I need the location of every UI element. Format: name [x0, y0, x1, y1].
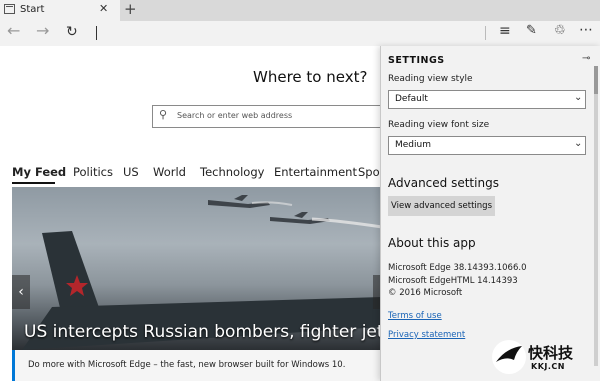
pin-icon[interactable]: ⊸	[582, 53, 590, 64]
forward-icon[interactable]: →	[36, 21, 49, 40]
promo-text: Do more with Microsoft Edge – the fast, …	[28, 360, 346, 370]
view-advanced-settings-button[interactable]: View advanced settings	[388, 196, 495, 216]
reading-view-style-value: Default	[395, 94, 428, 104]
active-tab-underline	[12, 182, 55, 184]
feed-tab-politics[interactable]: Politics	[73, 165, 113, 179]
chevron-down-icon: ⌄	[574, 138, 583, 149]
terms-of-use-link[interactable]: Terms of use	[388, 311, 442, 321]
web-note-icon[interactable]: ✎	[526, 23, 537, 38]
watermark-logo	[492, 340, 526, 374]
copyright: © 2016 Microsoft	[388, 288, 463, 298]
advanced-settings-heading: Advanced settings	[388, 176, 499, 190]
privacy-statement-link[interactable]: Privacy statement	[388, 330, 465, 340]
page-heading: Where to next?	[253, 68, 368, 86]
watermark-text: 快科技	[528, 344, 574, 362]
scrollbar-track[interactable]	[594, 66, 598, 366]
search-icon: ⚲	[159, 108, 168, 121]
reading-view-style-label: Reading view style	[388, 74, 473, 84]
new-tab-button[interactable]: +	[124, 0, 137, 18]
reading-view-font-label: Reading view font size	[388, 120, 490, 130]
address-bar[interactable]	[96, 26, 97, 40]
carousel-prev-button[interactable]: ‹	[12, 275, 30, 309]
back-icon[interactable]: ←	[7, 21, 20, 40]
toolbar-divider	[485, 26, 486, 40]
hub-icon[interactable]: ≡	[499, 23, 511, 39]
refresh-icon[interactable]: ↻	[66, 24, 78, 40]
reading-view-font-value: Medium	[395, 140, 431, 150]
close-tab-icon[interactable]: ✕	[99, 2, 108, 15]
chevron-down-icon: ⌄	[574, 92, 583, 103]
fighter-jet-image	[208, 195, 330, 224]
feed-tab-us[interactable]: US	[123, 165, 139, 179]
settings-title: SETTINGS	[388, 55, 445, 66]
watermark-domain: KKJ.CN	[531, 362, 565, 371]
scrollbar-thumb[interactable]	[594, 66, 598, 94]
edge-version: Microsoft Edge 38.14393.1066.0	[388, 263, 527, 273]
share-icon[interactable]: ♲	[554, 23, 566, 38]
edgehtml-version: Microsoft EdgeHTML 14.14393	[388, 276, 518, 286]
feed-tab-technology[interactable]: Technology	[200, 165, 264, 179]
more-actions-icon[interactable]: ⋯	[579, 22, 594, 38]
about-heading: About this app	[388, 236, 476, 250]
feed-tab-my-feed[interactable]: My Feed	[12, 165, 66, 179]
feed-tab-world[interactable]: World	[153, 165, 186, 179]
tab-title: Start	[20, 4, 45, 15]
search-placeholder: Search or enter web address	[177, 111, 293, 120]
promo-accent-bar	[12, 350, 15, 381]
feed-tab-entertainment[interactable]: Entertainment	[274, 165, 357, 179]
start-page-icon	[4, 4, 15, 14]
hero-headline[interactable]: US intercepts Russian bombers, fighter j…	[24, 322, 392, 342]
